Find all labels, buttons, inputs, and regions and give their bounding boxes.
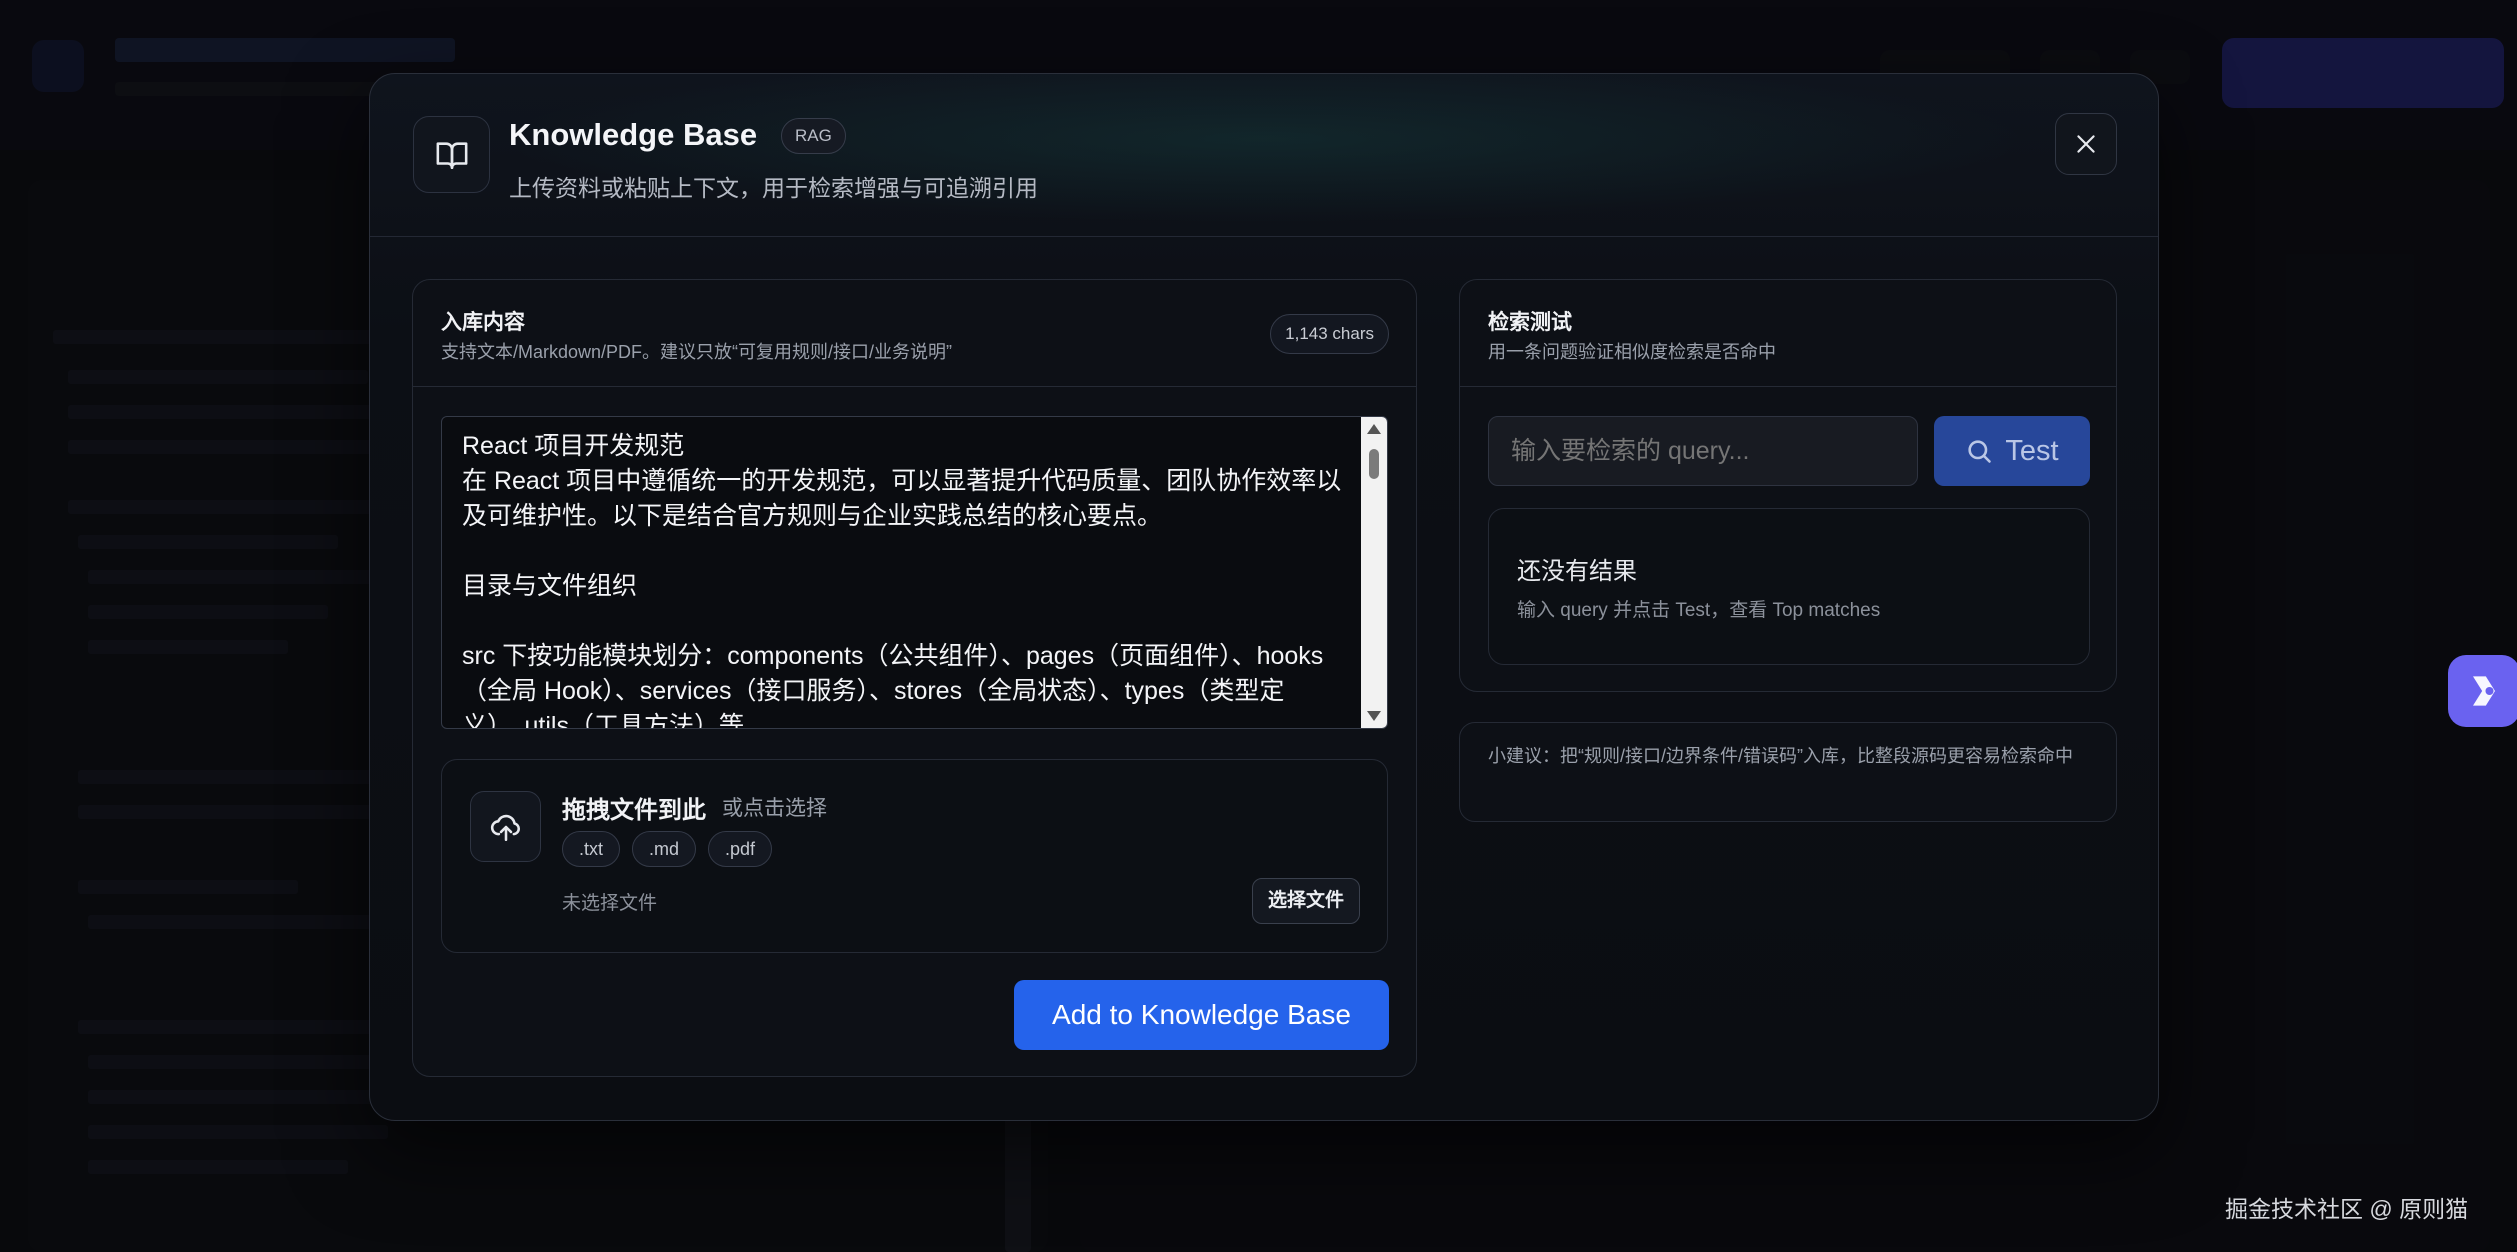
choose-file-button[interactable]: 选择文件 xyxy=(1251,878,1360,924)
test-button[interactable]: Test xyxy=(1934,416,2090,486)
tip-box: 小建议：把“规则/接口/边界条件/错误码”入库，比整段源码更容易检索命中 xyxy=(1459,722,2117,822)
dropzone-hint: 或点击选择 xyxy=(722,797,827,820)
scroll-thumb[interactable] xyxy=(1369,449,1379,479)
content-textarea[interactable]: React 项目开发规范 在 React 项目中遵循统一的开发规范，可以显著提升… xyxy=(441,416,1388,729)
search-test-panel: 检索测试 用一条问题验证相似度检索是否命中 Test 还没有结果 输入 quer… xyxy=(1459,279,2117,692)
close-icon xyxy=(2077,135,2095,153)
search-icon xyxy=(1968,440,1992,463)
char-count-badge: 1,143 chars xyxy=(1270,314,1389,354)
extension-chip: .txt xyxy=(562,831,621,867)
modal-title: Knowledge Base xyxy=(509,117,758,152)
content-text[interactable]: React 项目开发规范 在 React 项目中遵循统一的开发规范，可以显著提升… xyxy=(462,429,1342,728)
close-button[interactable] xyxy=(2055,113,2117,175)
extension-chip: .pdf xyxy=(708,831,773,867)
modal-header: Knowledge Base RAG 上传资料或粘贴上下文，用于检索增强与可追溯… xyxy=(370,74,2158,237)
extension-list: .txt .md .pdf xyxy=(562,831,773,867)
rag-badge: RAG xyxy=(781,118,846,154)
ingest-panel: 入库内容 支持文本/Markdown/PDF。建议只放“可复用规则/接口/业务说… xyxy=(412,279,1417,1077)
file-dropzone[interactable]: 拖拽文件到此 或点击选择 .txt .md .pdf 未选择文件 选择文件 xyxy=(441,759,1388,953)
add-to-knowledge-base-button[interactable]: Add to Knowledge Base xyxy=(1014,980,1389,1050)
dropzone-title: 拖拽文件到此 xyxy=(562,797,706,824)
scroll-up-arrow-icon[interactable] xyxy=(1367,424,1381,434)
empty-results-title: 还没有结果 xyxy=(1517,558,1637,585)
book-open-icon xyxy=(413,116,490,193)
scroll-down-arrow-icon[interactable] xyxy=(1367,711,1381,721)
divider xyxy=(413,386,1416,387)
assistant-icon xyxy=(2473,676,2495,706)
extension-chip: .md xyxy=(632,831,697,867)
divider xyxy=(1460,386,2116,387)
search-results-empty: 还没有结果 输入 query 并点击 Test，查看 Top matches xyxy=(1488,508,2090,665)
search-title: 检索测试 xyxy=(1488,311,1572,334)
watermark: 掘金技术社区 @ 原则猫 xyxy=(2225,1196,2469,1222)
search-subtitle: 用一条问题验证相似度检索是否命中 xyxy=(1488,342,1776,362)
query-input[interactable] xyxy=(1488,416,1918,486)
upload-cloud-icon xyxy=(470,791,541,862)
modal-subtitle: 上传资料或粘贴上下文，用于检索增强与可追溯引用 xyxy=(509,175,1038,201)
ingest-title: 入库内容 xyxy=(441,311,525,334)
selected-file-status: 未选择文件 xyxy=(562,893,658,914)
empty-results-hint: 输入 query 并点击 Test，查看 Top matches xyxy=(1517,600,1881,621)
test-button-label: Test xyxy=(2005,434,2059,467)
ingest-subtitle: 支持文本/Markdown/PDF。建议只放“可复用规则/接口/业务说明” xyxy=(441,342,953,362)
knowledge-base-modal: Knowledge Base RAG 上传资料或粘贴上下文，用于检索增强与可追溯… xyxy=(369,73,2159,1121)
textarea-scrollbar[interactable] xyxy=(1361,417,1387,728)
assistant-float-button[interactable] xyxy=(2448,655,2517,727)
